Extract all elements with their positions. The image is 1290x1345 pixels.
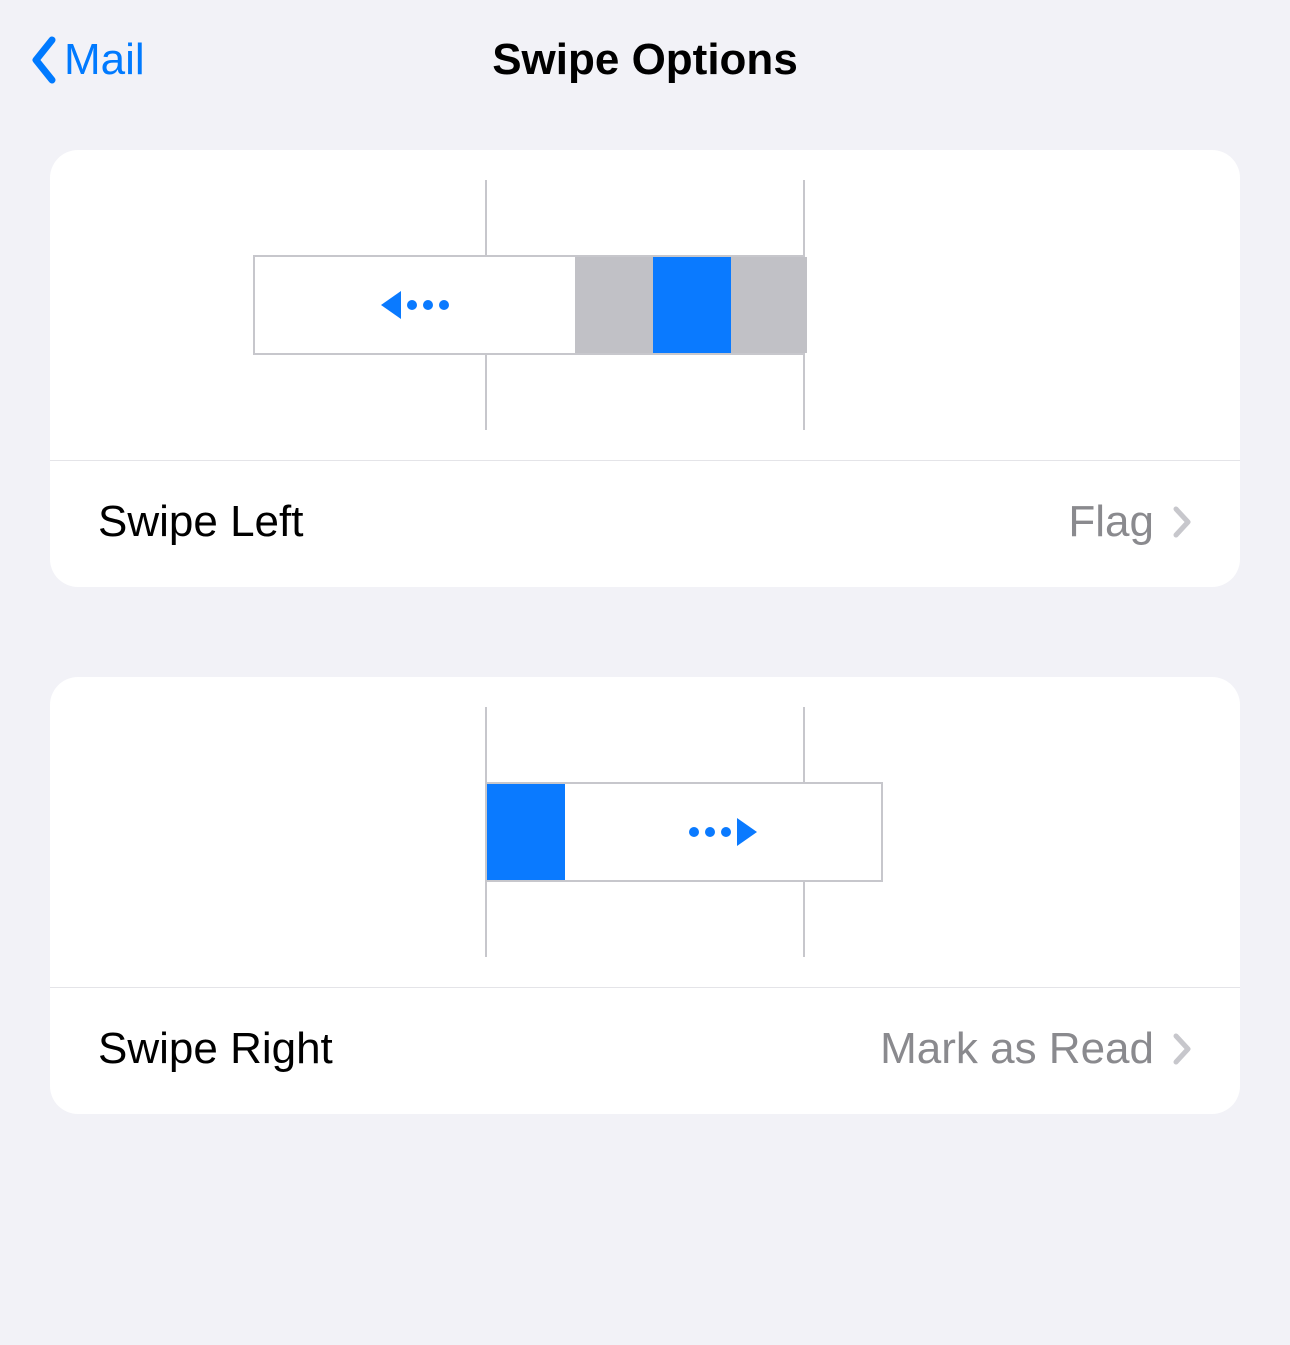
swipe-action-blue xyxy=(487,784,565,880)
back-label: Mail xyxy=(64,35,145,85)
swipe-row-illustration xyxy=(253,255,805,355)
swipe-action-gray xyxy=(731,257,807,353)
arrow-left-icon xyxy=(381,291,449,319)
preview-stage xyxy=(485,180,805,430)
swipe-row-content xyxy=(565,784,881,880)
swipe-action-gray xyxy=(575,257,653,353)
content: Swipe Left Flag xyxy=(0,110,1290,1114)
chevron-right-icon xyxy=(1172,505,1192,539)
option-value-wrap: Mark as Read xyxy=(880,1024,1192,1074)
preview-stage xyxy=(485,707,805,957)
swipe-row-content xyxy=(255,257,575,353)
option-label: Swipe Right xyxy=(98,1024,333,1074)
page-title: Swipe Options xyxy=(492,35,798,85)
swipe-right-card: Swipe Right Mark as Read xyxy=(50,677,1240,1114)
swipe-left-card: Swipe Left Flag xyxy=(50,150,1240,587)
arrow-right-icon xyxy=(689,818,757,846)
swipe-right-option-row[interactable]: Swipe Right Mark as Read xyxy=(50,987,1240,1114)
swipe-action-blue xyxy=(653,257,731,353)
swipe-row-illustration xyxy=(485,782,883,882)
option-label: Swipe Left xyxy=(98,497,303,547)
back-button[interactable]: Mail xyxy=(30,35,145,85)
swipe-left-option-row[interactable]: Swipe Left Flag xyxy=(50,460,1240,587)
option-value: Flag xyxy=(1068,497,1154,547)
header: Mail Swipe Options xyxy=(0,0,1290,110)
chevron-left-icon xyxy=(30,36,58,84)
swipe-left-preview xyxy=(50,150,1240,460)
option-value: Mark as Read xyxy=(880,1024,1154,1074)
chevron-right-icon xyxy=(1172,1032,1192,1066)
swipe-right-preview xyxy=(50,677,1240,987)
option-value-wrap: Flag xyxy=(1068,497,1192,547)
